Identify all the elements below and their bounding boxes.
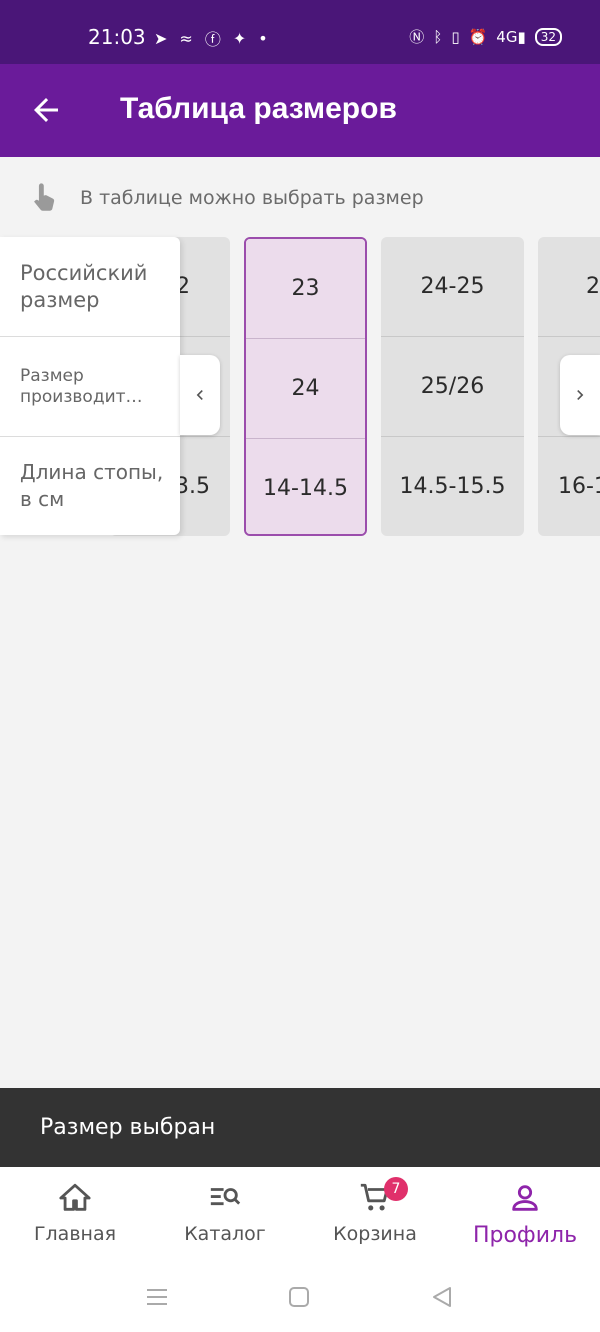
battery-icon: 32 [534, 27, 562, 46]
nfc-icon: Ⓝ [409, 28, 425, 46]
chevron-left-icon [196, 390, 203, 400]
back-triangle-icon[interactable] [430, 1285, 454, 1309]
menu-icon[interactable] [146, 1285, 168, 1309]
scroll-left-button[interactable] [180, 355, 220, 435]
system-navigation-bar [0, 1267, 600, 1332]
dot-icon: • [258, 28, 268, 48]
cell-foot-length: 14.5-15.5 [381, 437, 524, 536]
nav-label: Профиль [472, 1223, 578, 1248]
cart-badge: 7 [384, 1177, 408, 1201]
status-bar: 21:03 ➤ ≈ ⓕ ✦ • Ⓝ ᛒ ▯ ⏰ 4G▮ 32 [0, 0, 600, 64]
snackbar: Размер выбран [0, 1088, 600, 1167]
facebook-icon: ⓕ [204, 30, 221, 49]
nav-item-home[interactable]: Главная [0, 1167, 150, 1267]
size-column-selected[interactable]: 23 24 14-14.5 [244, 237, 367, 536]
chevron-right-icon [577, 390, 584, 400]
cell-ru-size: 23 [246, 239, 365, 339]
size-column[interactable]: 24-25 25/26 14.5-15.5 [381, 237, 524, 536]
cell-maker-size: 24 [246, 339, 365, 439]
nav-item-cart[interactable]: 7 Корзина [300, 1167, 450, 1267]
nav-label: Главная [33, 1223, 117, 1245]
row-labels-panel: Российский размер Размер производит… Дли… [0, 237, 180, 535]
tap-finger-icon [34, 183, 55, 211]
hint-row: В таблице можно выбрать размер [30, 176, 424, 220]
scroll-right-button[interactable] [560, 355, 600, 435]
alarm-icon: ⏰ [468, 27, 488, 46]
nav-label: Корзина [333, 1223, 417, 1245]
cell-ru-size: 24-25 [381, 237, 524, 337]
snackbar-text: Размер выбран [40, 1115, 216, 1140]
home-icon [59, 1183, 91, 1211]
cell-foot-length: 14-14.5 [246, 439, 365, 534]
row-label-ru-size: Российский размер [0, 237, 180, 337]
bluetooth-icon: ᛒ [433, 27, 443, 46]
cell-ru-size: 2 [538, 237, 600, 337]
back-arrow-icon[interactable] [28, 92, 64, 128]
telegram-icon: ➤ [154, 28, 168, 48]
signal-icon: 4G▮ [496, 27, 526, 46]
catalog-search-icon [210, 1188, 241, 1206]
cell-foot-length: 16-1 [538, 437, 600, 536]
vibrate-icon: ▯ [451, 27, 460, 46]
nav-item-profile[interactable]: Профиль [450, 1167, 600, 1267]
nav-item-catalog[interactable]: Каталог [150, 1167, 300, 1267]
row-label-maker-size: Размер производит… [0, 337, 180, 437]
status-time: 21:03 [88, 25, 146, 49]
hint-text: В таблице можно выбрать размер [80, 187, 424, 209]
cell-maker-size: 25/26 [381, 337, 524, 437]
twitter-icon: ✦ [232, 28, 247, 48]
page-title: Таблица размеров [120, 92, 397, 125]
bottom-navigation: Главная Каталог 7 Корзина Профиль [0, 1167, 600, 1267]
app-bar: Таблица размеров [0, 64, 600, 157]
row-label-foot-length: Длина стопы, в см [20, 460, 164, 511]
wave-icon: ≈ [179, 28, 193, 48]
nav-label: Каталог [184, 1223, 266, 1245]
profile-icon [512, 1185, 538, 1211]
home-square-icon[interactable] [288, 1285, 310, 1309]
